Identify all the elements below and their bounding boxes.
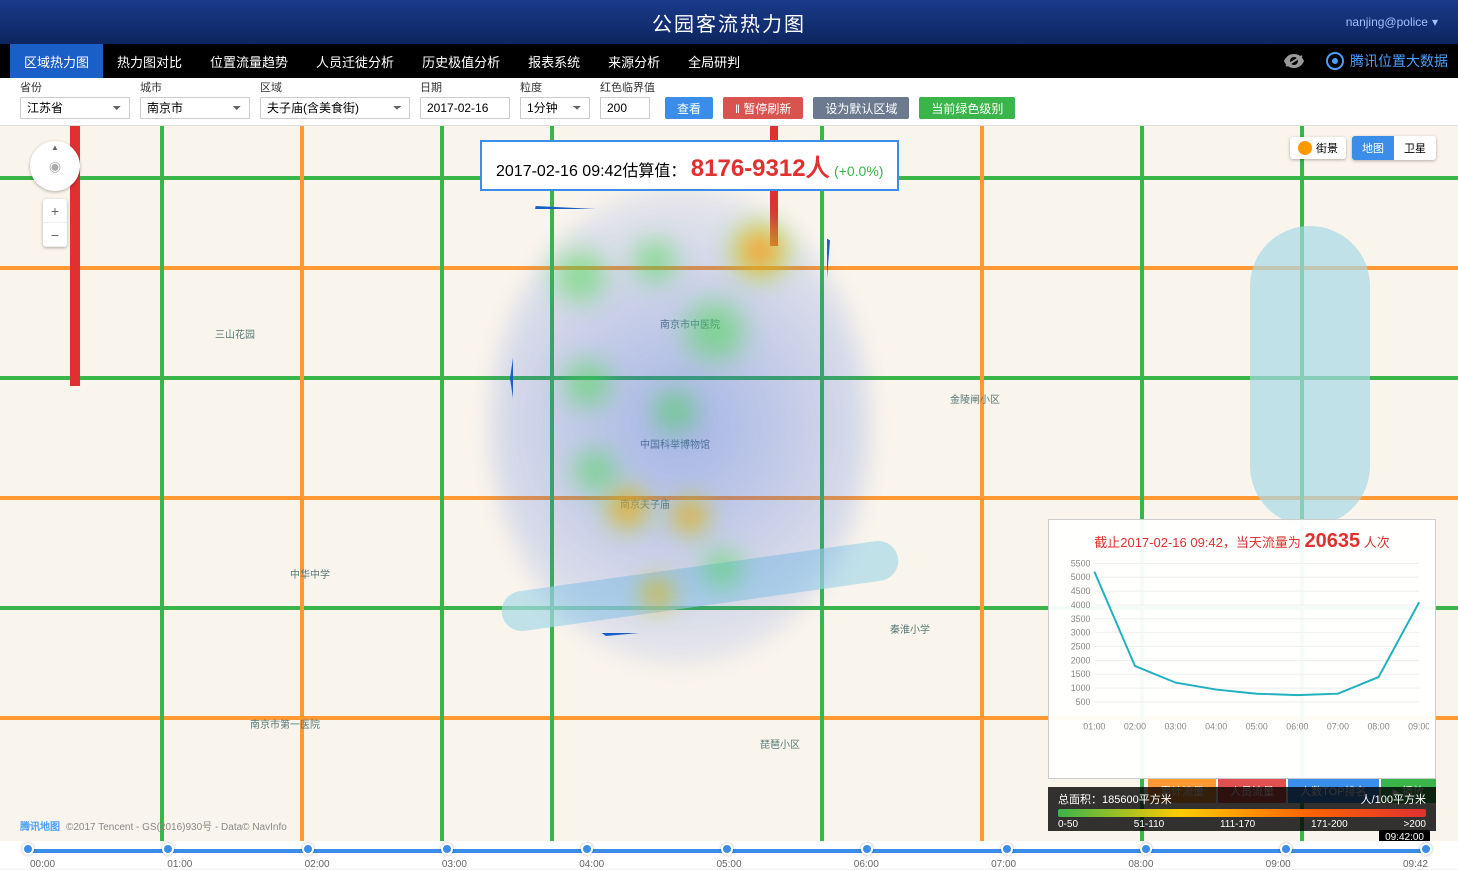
map-controls: + − — [30, 141, 80, 247]
svg-text:1500: 1500 — [1071, 669, 1091, 679]
heatmap-overlay — [510, 206, 830, 636]
line-chart: 01:00 02:00 03:00 04:00 05:00 06:00 07:00 08:00… — [1055, 557, 1429, 737]
city-label: 城市 — [140, 79, 250, 95]
current-time-badge: 09:42:00 — [1379, 830, 1430, 841]
brand-icon — [1326, 52, 1344, 70]
nav-history[interactable]: 历史极值分析 — [408, 44, 514, 78]
poi-label: 秦淮小学 — [890, 621, 930, 636]
set-default-button[interactable]: 设为默认区域 — [813, 97, 909, 119]
timeline-tick[interactable] — [1280, 843, 1292, 855]
svg-text:07:00: 07:00 — [1327, 722, 1349, 732]
svg-text:3500: 3500 — [1071, 614, 1091, 624]
level-check-button[interactable]: 当前绿色级别 — [919, 97, 1015, 119]
timeline-tick[interactable] — [1420, 843, 1432, 855]
streetview-button[interactable]: 街景 — [1290, 137, 1346, 159]
svg-text:4500: 4500 — [1071, 586, 1091, 596]
nav-source[interactable]: 来源分析 — [594, 44, 674, 78]
svg-text:09:00: 09:00 — [1408, 722, 1429, 732]
legend-unit: 人/100平方米 — [1361, 791, 1426, 807]
city-select[interactable]: 南京市 — [140, 97, 250, 119]
svg-text:06:00: 06:00 — [1286, 722, 1308, 732]
province-label: 省份 — [20, 79, 130, 95]
timeline-tick[interactable] — [441, 843, 453, 855]
search-button[interactable]: 查看 — [665, 97, 713, 119]
zoom-control: + − — [43, 199, 67, 247]
main-nav: 区域热力图 热力图对比 位置流量趋势 人员迁徙分析 历史极值分析 报表系统 来源… — [0, 44, 1458, 78]
visibility-toggle-icon[interactable] — [1282, 49, 1306, 73]
threshold-label: 红色临界值 — [600, 79, 655, 95]
timeline-tick[interactable] — [302, 843, 314, 855]
poi-label: 金陵闸小区 — [950, 391, 1000, 406]
map-canvas[interactable]: 三山花园 中华中学 南京市第一医院 南京夫子庙 南京市中医院 中国科举博物馆 金… — [0, 126, 1458, 841]
estimate-pct: (+0.0%) — [834, 163, 883, 179]
nav-compare[interactable]: 热力图对比 — [103, 44, 196, 78]
svg-text:01:00: 01:00 — [1083, 722, 1105, 732]
map-provider-logo: 腾讯地图 — [20, 818, 60, 833]
maptype-satellite-button[interactable]: 卫星 — [1394, 136, 1436, 160]
nav-trend[interactable]: 位置流量趋势 — [196, 44, 302, 78]
svg-text:5000: 5000 — [1071, 572, 1091, 582]
legend-ranges: 0-5051-110111-170171-200>200 — [1058, 819, 1426, 830]
legend-area: 总面积：185600平方米 — [1058, 791, 1172, 807]
threshold-input[interactable] — [600, 97, 650, 119]
nav-migration[interactable]: 人员迁徙分析 — [302, 44, 408, 78]
svg-text:5500: 5500 — [1071, 558, 1091, 568]
nav-heatmap[interactable]: 区域热力图 — [10, 44, 103, 78]
date-input[interactable] — [420, 97, 510, 119]
poi-label: 三山花园 — [215, 326, 255, 341]
timeline-tick[interactable] — [162, 843, 174, 855]
timeline-tick[interactable] — [22, 843, 34, 855]
density-legend: 总面积：185600平方米 人/100平方米 0-5051-110111-170… — [1048, 787, 1436, 831]
map-attribution: 腾讯地图 ©2017 Tencent - GS(2016)930号 - Data… — [20, 818, 287, 833]
flow-chart-panel: 截止2017-02-16 09:42，当天流量为 20635 人次 01:000… — [1048, 519, 1436, 779]
svg-text:2000: 2000 — [1071, 655, 1091, 665]
estimate-prefix: 2017-02-16 09:42估算值： — [496, 163, 686, 180]
svg-text:4000: 4000 — [1071, 600, 1091, 610]
svg-text:02:00: 02:00 — [1124, 722, 1146, 732]
svg-text:500: 500 — [1076, 697, 1091, 707]
map-type-switcher: 街景 地图 卫星 — [1290, 136, 1436, 160]
app-title: 公园客流热力图 — [652, 8, 806, 37]
poi-label: 琵琶小区 — [760, 736, 800, 751]
svg-text:08:00: 08:00 — [1367, 722, 1389, 732]
app-header: 公园客流热力图 nanjing@police — [0, 0, 1458, 44]
brand-logo: 腾讯位置大数据 — [1326, 51, 1448, 71]
date-label: 日期 — [420, 79, 510, 95]
poi-label: 南京市第一医院 — [250, 716, 320, 731]
brand-text: 腾讯位置大数据 — [1350, 51, 1448, 71]
maptype-map-button[interactable]: 地图 — [1352, 136, 1394, 160]
svg-text:05:00: 05:00 — [1246, 722, 1268, 732]
svg-text:03:00: 03:00 — [1164, 722, 1186, 732]
compass-control[interactable] — [30, 141, 80, 191]
timeline-tick[interactable] — [861, 843, 873, 855]
zoom-out-button[interactable]: − — [43, 223, 67, 247]
chart-title: 截止2017-02-16 09:42，当天流量为 20635 人次 — [1055, 526, 1429, 557]
zoom-in-button[interactable]: + — [43, 199, 67, 223]
svg-text:2500: 2500 — [1071, 642, 1091, 652]
time-slider[interactable]: 00:0001:0002:0003:0004:0005:0006:0007:00… — [0, 841, 1458, 869]
estimate-banner: 2017-02-16 09:42估算值： 8176-9312人 (+0.0%) — [480, 140, 899, 191]
svg-text:04:00: 04:00 — [1205, 722, 1227, 732]
province-select[interactable]: 江苏省 — [20, 97, 130, 119]
filter-bar: 省份 江苏省 城市 南京市 区域 夫子庙(含美食街) 日期 粒度 1分钟 红色临… — [0, 78, 1458, 126]
legend-gradient — [1058, 809, 1426, 817]
nav-report[interactable]: 报表系统 — [514, 44, 594, 78]
granularity-label: 粒度 — [520, 79, 590, 95]
timeline-tick[interactable] — [581, 843, 593, 855]
svg-text:3000: 3000 — [1071, 628, 1091, 638]
svg-text:1000: 1000 — [1071, 683, 1091, 693]
nav-global[interactable]: 全局研判 — [674, 44, 754, 78]
region-label: 区域 — [260, 79, 410, 95]
timeline-tick[interactable] — [1001, 843, 1013, 855]
streetview-icon — [1298, 141, 1312, 155]
estimate-value: 8176-9312人 — [691, 155, 830, 182]
user-menu[interactable]: nanjing@police — [1346, 15, 1438, 29]
pause-button[interactable]: ‖ 暂停刷新 — [723, 97, 803, 119]
region-select[interactable]: 夫子庙(含美食街) — [260, 97, 410, 119]
timeline-tick[interactable] — [721, 843, 733, 855]
granularity-select[interactable]: 1分钟 — [520, 97, 590, 119]
timeline-tick[interactable] — [1140, 843, 1152, 855]
poi-label: 中华中学 — [290, 566, 330, 581]
